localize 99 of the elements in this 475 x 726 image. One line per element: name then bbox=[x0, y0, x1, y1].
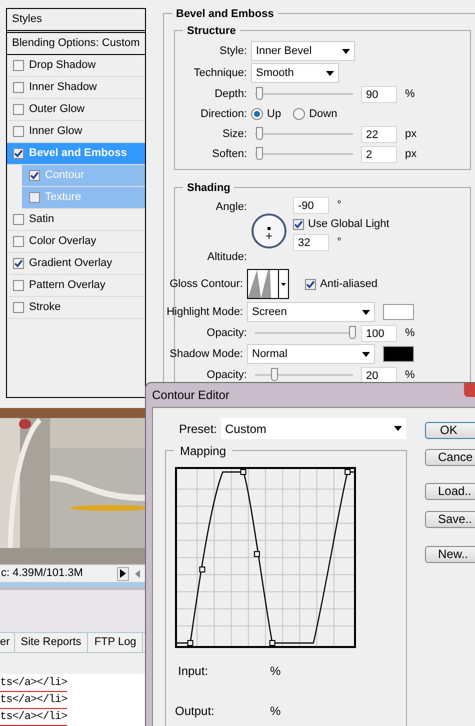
effect-item[interactable]: Outer Glow bbox=[7, 99, 145, 121]
checkbox[interactable] bbox=[29, 170, 40, 181]
code-line: ts</a></li> bbox=[0, 692, 68, 709]
slider-thumb[interactable] bbox=[349, 326, 356, 339]
value-field[interactable]: 90 bbox=[361, 86, 397, 102]
value-field[interactable]: 100 bbox=[361, 324, 397, 342]
dialog-button[interactable]: Save.. bbox=[425, 511, 475, 528]
caret-icon bbox=[342, 48, 350, 54]
panel-tab[interactable]: er bbox=[0, 633, 15, 652]
dialog-button[interactable]: New.. bbox=[425, 546, 475, 563]
checkbox[interactable] bbox=[13, 126, 24, 137]
contour-picker[interactable] bbox=[247, 269, 289, 299]
code-line: ts</a></li> bbox=[0, 709, 68, 726]
dropdown[interactable]: Screen bbox=[247, 302, 375, 322]
unit-label: % bbox=[405, 368, 415, 383]
unit-label: px bbox=[405, 146, 417, 162]
checkbox[interactable] bbox=[13, 258, 24, 269]
unit-label: % bbox=[270, 663, 281, 680]
group-title: Shading bbox=[183, 180, 234, 196]
dialog-button[interactable]: Load.. bbox=[425, 483, 475, 500]
effect-item[interactable]: Stroke bbox=[7, 297, 145, 319]
radio-button[interactable] bbox=[293, 108, 306, 120]
effect-item[interactable]: Inner Shadow bbox=[7, 77, 145, 99]
field-label: Technique: bbox=[194, 66, 247, 81]
caret-icon bbox=[362, 352, 370, 356]
slider-thumb[interactable] bbox=[270, 368, 278, 381]
field-label: Opacity: bbox=[206, 368, 247, 383]
color-swatch[interactable] bbox=[383, 304, 414, 320]
caret-icon bbox=[362, 310, 370, 314]
dropdown[interactable]: Smooth bbox=[251, 63, 339, 83]
caret-icon bbox=[326, 70, 334, 76]
unit-label: ° bbox=[337, 235, 342, 250]
caret-icon bbox=[281, 282, 286, 286]
dropdown[interactable]: Inner Bevel bbox=[251, 41, 355, 61]
radio-button[interactable] bbox=[251, 108, 263, 120]
checkbox[interactable] bbox=[29, 192, 40, 203]
checkbox[interactable] bbox=[13, 214, 24, 225]
value-field[interactable]: -90 bbox=[293, 197, 329, 214]
blending-options-item[interactable]: Blending Options: Custom bbox=[7, 33, 145, 55]
effect-item[interactable]: Color Overlay bbox=[7, 231, 145, 253]
angle-dial[interactable] bbox=[251, 213, 287, 249]
unit-label: px bbox=[405, 126, 417, 142]
unit-label: ° bbox=[337, 198, 342, 213]
color-swatch[interactable] bbox=[383, 346, 414, 362]
panel-tab[interactable]: FTP Log bbox=[88, 633, 144, 652]
effect-item[interactable]: Drop Shadow bbox=[7, 55, 145, 77]
value-field[interactable]: 20 bbox=[361, 366, 397, 384]
field-label: Size: bbox=[222, 126, 247, 142]
field-label: Angle: bbox=[216, 200, 247, 215]
checkbox[interactable] bbox=[305, 278, 316, 290]
field-label: Gloss Contour: bbox=[170, 276, 243, 292]
unit-label: % bbox=[405, 86, 415, 102]
checkbox[interactable] bbox=[13, 60, 24, 71]
field-label: Altitude: bbox=[207, 250, 247, 264]
dialog-button[interactable]: OK bbox=[425, 422, 475, 439]
play-icon[interactable] bbox=[120, 569, 126, 578]
code-line: ts</a></li> bbox=[0, 675, 68, 692]
value-field[interactable]: 32 bbox=[293, 234, 329, 251]
slider-thumb[interactable] bbox=[256, 127, 263, 140]
checkbox-label: Anti-aliased bbox=[320, 276, 378, 292]
status-text: c: 4.39M/101.3M bbox=[1, 566, 84, 582]
checkbox[interactable] bbox=[13, 104, 24, 115]
radio-label: Down bbox=[309, 106, 338, 122]
unit-label: % bbox=[270, 703, 281, 720]
panel-title: Styles bbox=[12, 12, 42, 28]
field-label: Preset: bbox=[179, 420, 218, 438]
field-label: Shadow Mode: bbox=[170, 346, 243, 362]
field-label: Highlight Mode: bbox=[166, 304, 243, 320]
panel-tab[interactable]: Site Reports bbox=[14, 633, 88, 652]
field-label: Opacity: bbox=[206, 326, 247, 341]
radio-label: Up bbox=[267, 106, 282, 122]
checkbox[interactable] bbox=[13, 236, 24, 247]
slider-thumb[interactable] bbox=[256, 87, 263, 100]
checkbox[interactable] bbox=[13, 280, 24, 291]
contour-graph-drawing[interactable] bbox=[175, 467, 356, 648]
window-title: Contour Editor bbox=[152, 387, 230, 404]
field-label: Direction: bbox=[200, 106, 247, 122]
field-label: Soften: bbox=[212, 146, 247, 162]
dropdown[interactable]: Normal bbox=[247, 344, 375, 364]
checkbox[interactable] bbox=[293, 218, 304, 230]
field-label: Depth: bbox=[214, 86, 247, 102]
checkbox[interactable] bbox=[13, 302, 24, 313]
effect-item[interactable]: Satin bbox=[7, 209, 145, 231]
value-field[interactable]: 22 bbox=[361, 126, 397, 142]
effect-item[interactable]: Pattern Overlay bbox=[7, 275, 145, 297]
checkbox[interactable] bbox=[13, 148, 24, 159]
slider-thumb[interactable] bbox=[256, 147, 263, 160]
field-label: Input: bbox=[177, 663, 210, 680]
value-field[interactable]: 2 bbox=[361, 146, 397, 162]
field-label: Output: bbox=[175, 703, 216, 720]
unit-label: % bbox=[405, 326, 415, 341]
caret-icon bbox=[394, 426, 402, 431]
field-label: Style: bbox=[219, 44, 247, 59]
effect-item[interactable]: Gradient Overlay bbox=[7, 253, 145, 275]
preset-dropdown[interactable]: Custom bbox=[221, 418, 406, 439]
checkbox[interactable] bbox=[13, 82, 24, 93]
checkbox-label: Use Global Light bbox=[308, 216, 390, 232]
left-arrow-icon[interactable] bbox=[135, 570, 140, 578]
dialog-button[interactable]: Cance bbox=[425, 449, 475, 466]
